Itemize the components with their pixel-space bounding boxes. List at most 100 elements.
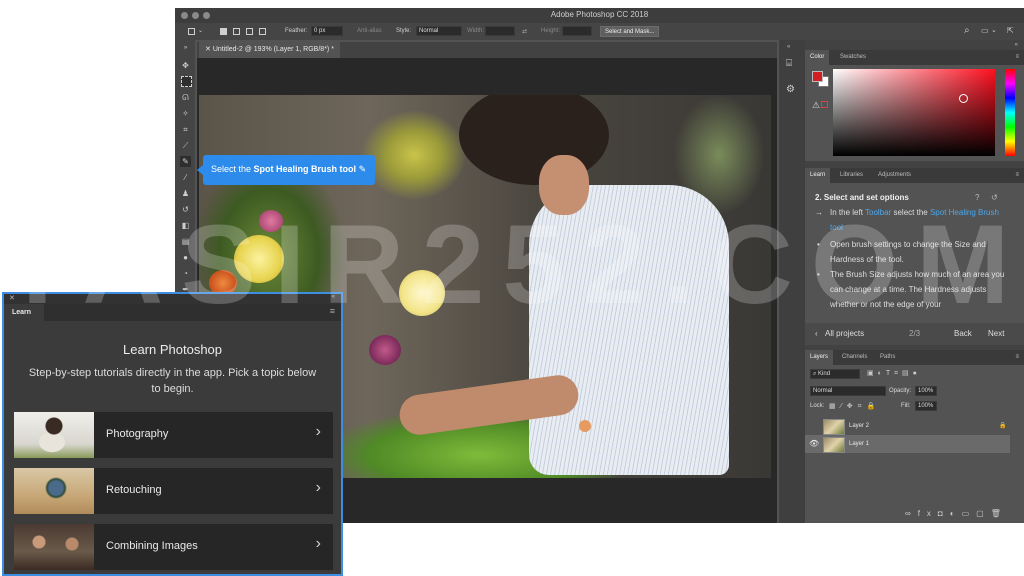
height-label: Height: — [541, 28, 561, 34]
document-tab[interactable]: ✕ Untitled-2 @ 193% (Layer 1, RGB/8*) * — [199, 42, 340, 58]
paint-spot — [579, 420, 591, 432]
width-input[interactable] — [485, 26, 515, 36]
height-input[interactable] — [562, 26, 592, 36]
new-selection-icon[interactable] — [220, 28, 227, 35]
tab-channels[interactable]: Channels — [837, 350, 872, 365]
app-title: Adobe Photoshop CC 2018 — [550, 10, 649, 19]
panel-menu-icon[interactable]: ≡ — [1010, 50, 1024, 65]
spot-healing-icon[interactable]: ✎ — [180, 156, 191, 167]
brush-icon[interactable]: ⁄ — [180, 172, 191, 183]
chevron-left-icon[interactable]: ‹ — [815, 326, 818, 341]
lock-icons[interactable]: ▦⁄✥⌗🔒 — [829, 402, 880, 411]
layer-filter-select[interactable]: ⌕ Kind — [810, 369, 860, 379]
tab-learn[interactable]: Learn — [805, 168, 831, 183]
topic-label: Photography — [106, 428, 169, 440]
feather-input[interactable]: 0 px — [311, 26, 343, 36]
crop-icon[interactable]: ⌗ — [180, 124, 191, 135]
collapse-panels-icon[interactable]: « — [787, 44, 790, 50]
tooltip-prefix: Select the — [211, 164, 252, 174]
panel-menu-icon[interactable]: ≡ — [1010, 350, 1024, 365]
filter-kind-label: Kind — [818, 371, 831, 377]
tab-swatches[interactable]: Swatches — [835, 50, 871, 65]
learn-panel-tabs: Learn Libraries Adjustments ≡ — [805, 168, 1024, 183]
all-projects-link[interactable]: All projects — [825, 326, 864, 341]
flower-yellow — [234, 235, 284, 283]
subtract-selection-icon[interactable] — [246, 28, 253, 35]
properties-icon[interactable]: ⚙ — [786, 84, 795, 95]
share-icon[interactable]: ⇱ — [1007, 26, 1014, 35]
tab-learn[interactable]: Learn — [4, 304, 44, 321]
tab-color[interactable]: Color — [805, 50, 830, 65]
topic-combining-images[interactable]: Combining Images › — [14, 524, 333, 570]
tab-libraries[interactable]: Libraries — [835, 168, 868, 183]
move-icon[interactable]: ✥ — [180, 60, 191, 71]
lasso-icon[interactable]: ᘏ — [180, 92, 191, 103]
workspace-icon[interactable]: ▭ — [981, 26, 989, 35]
marquee-preset-icon[interactable] — [188, 28, 195, 35]
layer-thumbnail — [823, 419, 845, 435]
chevron-down-icon[interactable]: ⌄ — [198, 27, 203, 34]
history-brush-icon[interactable]: ↺ — [180, 204, 191, 215]
page-indicator: 2/3 — [909, 329, 921, 338]
chevron-down-icon[interactable]: ⌄ — [991, 26, 997, 34]
intersect-selection-icon[interactable] — [259, 28, 266, 35]
tab-adjustments[interactable]: Adjustments — [873, 168, 916, 183]
panel-menu-icon[interactable]: ≡ — [330, 306, 335, 316]
opacity-label: Opacity: — [889, 388, 912, 394]
web-safe-icon[interactable] — [821, 101, 828, 108]
bullet-1: Open brush settings to change the Size a… — [830, 240, 986, 264]
layer-thumbnail — [823, 437, 845, 453]
close-icon[interactable]: ✕ — [9, 294, 15, 302]
collapse-icon[interactable]: « — [332, 294, 335, 300]
panel-icon-strip: « ⌸ ⚙ — [779, 40, 805, 523]
collapse-toolbar-icon[interactable]: » — [180, 43, 191, 54]
blur-icon[interactable]: ● — [180, 252, 191, 263]
eraser-icon[interactable]: ◧ — [180, 220, 191, 231]
bullet-2: The Brush Size adjusts how much of an ar… — [830, 270, 1005, 309]
tab-paths[interactable]: Paths — [875, 350, 900, 365]
magic-wand-icon[interactable]: ✧ — [180, 108, 191, 119]
gamut-warning-icon[interactable]: ⚠ — [812, 100, 820, 111]
spot-healing-link[interactable]: Spot Healing — [930, 208, 976, 217]
select-and-mask-button[interactable]: Select and Mask... — [600, 26, 660, 37]
eye-icon[interactable]: 👁 — [809, 439, 819, 448]
collapse-dock-icon[interactable]: « — [1015, 42, 1018, 48]
eyedropper-icon[interactable]: ⟋ — [180, 140, 191, 151]
color-picker-handle[interactable] — [959, 94, 968, 103]
add-selection-icon[interactable] — [233, 28, 240, 35]
back-button[interactable]: Back — [954, 326, 972, 341]
panel-menu-icon[interactable]: ≡ — [1010, 168, 1024, 183]
next-button[interactable]: Next — [988, 326, 1004, 341]
marquee-icon[interactable] — [181, 76, 192, 87]
reset-icon[interactable]: ↺ — [991, 190, 998, 205]
search-icon[interactable]: ⌕ — [964, 25, 970, 36]
swap-icon[interactable]: ⇄ — [522, 28, 527, 35]
tab-layers[interactable]: Layers — [805, 350, 834, 365]
topic-retouching[interactable]: Retouching › — [14, 468, 333, 514]
topic-thumbnail — [14, 468, 94, 514]
blend-mode-select[interactable]: Normal — [810, 386, 886, 396]
style-select[interactable]: Normal — [416, 26, 462, 36]
color-field[interactable] — [833, 69, 995, 156]
dodge-icon[interactable]: ◔ — [180, 268, 191, 279]
anti-alias-checkbox[interactable]: Anti-alias — [357, 28, 382, 34]
layer-row[interactable]: 👁 Layer 1 — [805, 435, 1010, 453]
topic-photography[interactable]: Photography › — [14, 412, 333, 458]
layer-row[interactable]: Layer 2 🔒 — [805, 417, 1010, 435]
help-icon[interactable]: ? — [975, 190, 979, 205]
close-tab-icon[interactable]: ✕ — [205, 46, 213, 53]
step-text: In the left — [830, 208, 863, 217]
flower-cream — [399, 270, 445, 316]
hue-slider[interactable] — [1005, 69, 1015, 156]
history-icon[interactable]: ⌸ — [786, 58, 792, 69]
opacity-input[interactable]: 100% — [915, 386, 937, 396]
coach-tooltip: Select the Spot Healing Brush tool ✎ — [197, 155, 375, 185]
layer-actions[interactable]: ∞fx◘◐▭▢🗑 — [905, 509, 1008, 518]
flower-pink — [259, 210, 283, 232]
gradient-icon[interactable]: ▤ — [180, 236, 191, 247]
foreground-color-swatch[interactable] — [812, 71, 823, 82]
filter-icons[interactable]: ▣◐T⌗▤● — [867, 369, 921, 378]
clone-stamp-icon[interactable]: ♟ — [180, 188, 191, 199]
toolbar-link[interactable]: Toolbar — [865, 208, 891, 217]
fill-input[interactable]: 100% — [915, 401, 937, 411]
